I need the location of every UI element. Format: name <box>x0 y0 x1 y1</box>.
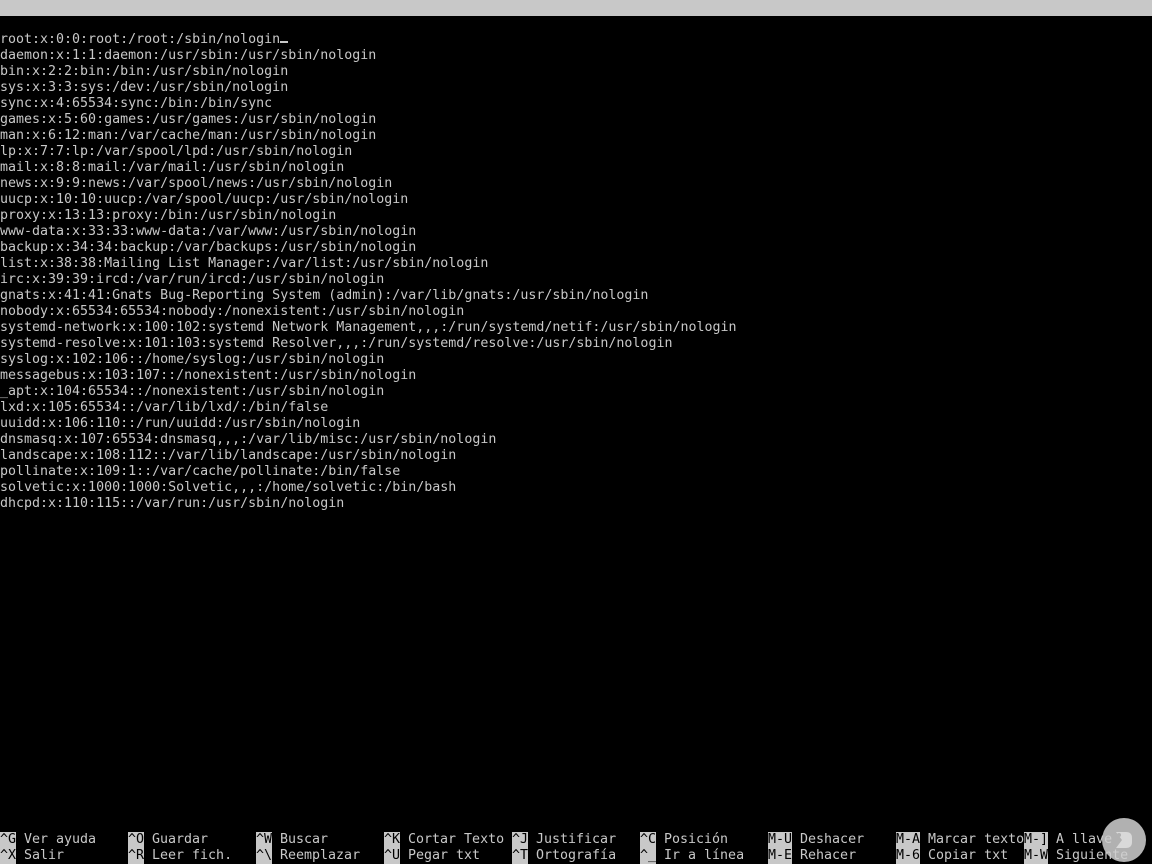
shortcut-key: ^R <box>128 848 145 864</box>
editor-line[interactable]: dhcpd:x:110:115::/var/run:/usr/sbin/nolo… <box>0 496 1152 512</box>
file-name: /etc/passwd <box>531 16 621 31</box>
shortcut-label: Rehacer <box>800 848 857 863</box>
editor-line[interactable]: lxd:x:105:65534::/var/lib/lxd/:/bin/fals… <box>0 400 1152 416</box>
shortcut-key: ^G <box>0 832 17 848</box>
shortcut-justify[interactable]: ^J Justificar <box>512 832 616 848</box>
editor-line[interactable]: dnsmasq:x:107:65534:dnsmasq,,,:/var/lib/… <box>0 432 1152 448</box>
shortcut-to-bracket[interactable]: M-] A llave <box>1024 832 1112 848</box>
shortcut-undo[interactable]: M-U Deshacer <box>768 832 864 848</box>
editor-line[interactable]: irc:x:39:39:ircd:/var/run/ircd:/usr/sbin… <box>0 272 1152 288</box>
shortcut-label: Ir a línea <box>664 848 745 863</box>
shortcut-key: M-U <box>768 832 793 848</box>
editor-line[interactable]: news:x:9:9:news:/var/spool/news:/usr/sbi… <box>0 176 1152 192</box>
shortcut-key: ^_ <box>640 848 657 864</box>
editor-line[interactable]: _apt:x:104:65534::/nonexistent:/usr/sbin… <box>0 384 1152 400</box>
shortcut-key: ^K <box>384 832 401 848</box>
shortcut-key: M-6 <box>896 848 921 864</box>
shortcut-label: Guardar <box>152 832 209 847</box>
editor-line[interactable]: list:x:38:38:Mailing List Manager:/var/l… <box>0 256 1152 272</box>
shortcut-label: Copiar txt <box>928 848 1009 863</box>
editor-line[interactable]: sync:x:4:65534:sync:/bin:/bin/sync <box>0 96 1152 112</box>
editor-line[interactable]: solvetic:x:1000:1000:Solvetic,,,:/home/s… <box>0 480 1152 496</box>
text-cursor <box>280 41 289 43</box>
shortcut-label: Ortografía <box>536 848 617 863</box>
shortcut-label: Reemplazar <box>280 848 361 863</box>
shortcut-label: Marcar texto <box>928 832 1025 847</box>
shortcut-replace[interactable]: ^\ Reemplazar <box>256 848 360 864</box>
editor-line[interactable]: nobody:x:65534:65534:nobody:/nonexistent… <box>0 304 1152 320</box>
editor-line[interactable]: man:x:6:12:man:/var/cache/man:/usr/sbin/… <box>0 128 1152 144</box>
shortcut-key: M-W <box>1024 848 1049 864</box>
shortcut-redo[interactable]: M-E Rehacer <box>768 848 856 864</box>
shortcut-go-to-line[interactable]: ^_ Ir a línea <box>640 848 744 864</box>
shortcut-position[interactable]: ^C Posición <box>640 832 728 848</box>
shortcut-key: ^T <box>512 848 529 864</box>
editor-line[interactable]: systemd-network:x:100:102:systemd Networ… <box>0 320 1152 336</box>
shortcut-label: Ver ayuda <box>24 832 97 847</box>
shortcut-save[interactable]: ^O Guardar <box>128 832 208 848</box>
editor-line[interactable]: daemon:x:1:1:daemon:/usr/sbin:/usr/sbin/… <box>0 48 1152 64</box>
editor-line[interactable]: root:x:0:0:root:/root:/sbin/nologin <box>0 32 1152 48</box>
shortcut-search[interactable]: ^W Buscar <box>256 832 328 848</box>
shortcut-label: Buscar <box>280 832 329 847</box>
shortcut-copy-text[interactable]: M-6 Copiar txt <box>896 848 1008 864</box>
shortcut-spelling[interactable]: ^T Ortografía <box>512 848 616 864</box>
shortcut-label: Deshacer <box>800 832 865 847</box>
editor-line[interactable]: gnats:x:41:41:Gnats Bug-Reporting System… <box>0 288 1152 304</box>
editor-line[interactable]: uuidd:x:106:110::/run/uuidd:/usr/sbin/no… <box>0 416 1152 432</box>
shortcut-bar-bottom: ^X Salir ^R Leer fich. ^\ Reemplazar ^U Pega… <box>0 848 1152 864</box>
shortcut-label: Salir <box>24 848 65 863</box>
shortcut-key: ^\ <box>256 848 273 864</box>
shortcut-key: ^J <box>512 832 529 848</box>
editor-line[interactable]: pollinate:x:109:1::/var/cache/pollinate:… <box>0 464 1152 480</box>
shortcut-exit[interactable]: ^X Salir <box>0 848 64 864</box>
shortcut-mark-text[interactable]: M-A Marcar texto <box>896 832 1024 848</box>
editor-text-area[interactable]: root:x:0:0:root:/root:/sbin/nologin daem… <box>0 32 1152 822</box>
solvetic-logo-icon <box>1102 818 1146 862</box>
shortcut-cut-text[interactable]: ^K Cortar Texto <box>384 832 504 848</box>
editor-line[interactable]: bin:x:2:2:bin:/bin:/usr/sbin/nologin <box>0 64 1152 80</box>
shortcut-key: ^U <box>384 848 401 864</box>
shortcut-key: ^C <box>640 832 657 848</box>
editor-line[interactable]: lp:x:7:7:lp:/var/spool/lpd:/usr/sbin/nol… <box>0 144 1152 160</box>
editor-line[interactable]: backup:x:34:34:backup:/var/backups:/usr/… <box>0 240 1152 256</box>
shortcut-label: Leer fich. <box>152 848 233 863</box>
editor-line[interactable]: games:x:5:60:games:/usr/games:/usr/sbin/… <box>0 112 1152 128</box>
editor-line[interactable]: sys:x:3:3:sys:/dev:/usr/sbin/nologin <box>0 80 1152 96</box>
shortcut-key: M-A <box>896 832 921 848</box>
shortcut-key: ^X <box>0 848 17 864</box>
editor-line[interactable]: uucp:x:10:10:uucp:/var/spool/uucp:/usr/s… <box>0 192 1152 208</box>
editor-line[interactable]: mail:x:8:8:mail:/var/mail:/usr/sbin/nolo… <box>0 160 1152 176</box>
title-bar: /etc/passwd GNU nano 2.9.3 Modificado <box>0 0 1152 63</box>
shortcut-paste-text[interactable]: ^U Pegar txt <box>384 848 480 864</box>
editor-line[interactable]: syslog:x:102:106::/home/syslog:/usr/sbin… <box>0 352 1152 368</box>
shortcut-key: M-E <box>768 848 793 864</box>
editor-line[interactable]: www-data:x:33:33:www-data:/var/www:/usr/… <box>0 224 1152 240</box>
editor-line[interactable]: landscape:x:108:112::/var/lib/landscape:… <box>0 448 1152 464</box>
shortcut-label: Posición <box>664 832 729 847</box>
shortcut-key: M-] <box>1024 832 1049 848</box>
shortcut-label: Cortar Texto <box>408 832 505 847</box>
editor-line[interactable]: messagebus:x:103:107::/nonexistent:/usr/… <box>0 368 1152 384</box>
shortcut-key: ^W <box>256 832 273 848</box>
shortcut-read-file[interactable]: ^R Leer fich. <box>128 848 232 864</box>
editor-line[interactable]: systemd-resolve:x:101:103:systemd Resolv… <box>0 336 1152 352</box>
shortcut-help[interactable]: ^G Ver ayuda <box>0 832 96 848</box>
shortcut-label: Justificar <box>536 832 617 847</box>
shortcut-key: ^O <box>128 832 145 848</box>
shortcut-bar-top: ^G Ver ayuda ^O Guardar ^W Buscar ^K Cortar … <box>0 832 1152 848</box>
editor-line[interactable]: proxy:x:13:13:proxy:/bin:/usr/sbin/nolog… <box>0 208 1152 224</box>
shortcut-label: Pegar txt <box>408 848 481 863</box>
